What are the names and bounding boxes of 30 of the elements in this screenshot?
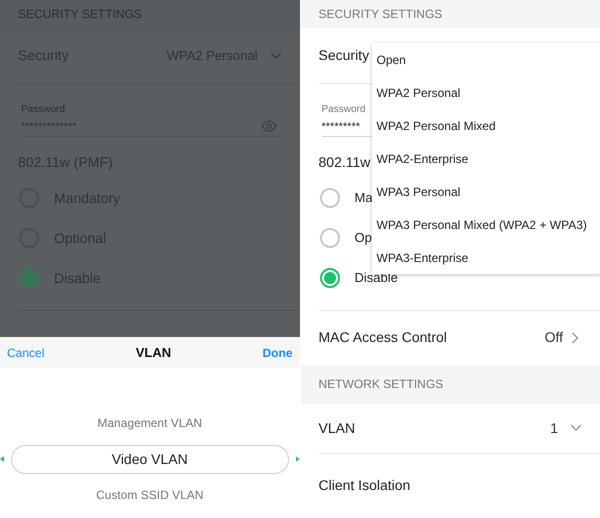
- pmf-title: 802.11w: [318, 152, 370, 172]
- picker-option[interactable]: Video VLAN: [11, 444, 288, 474]
- vlan-label: VLAN: [318, 418, 356, 438]
- picker-option[interactable]: Custom SSID VLAN: [11, 480, 288, 510]
- marker-icon: [0, 456, 4, 462]
- marker-icon: [296, 456, 300, 462]
- vlan-value[interactable]: 1: [550, 418, 558, 439]
- client-isolation-label: Client Isolation: [318, 476, 410, 496]
- section-header: SECURITY SETTINGS: [300, 0, 600, 28]
- menu-item[interactable]: WPA2 Personal Mixed: [372, 109, 600, 142]
- picker-option[interactable]: Management VLAN: [11, 408, 288, 438]
- menu-item[interactable]: WPA2 Personal: [372, 76, 600, 109]
- section-header: NETWORK SETTINGS: [300, 364, 600, 404]
- menu-item[interactable]: WPA2-Enterprise: [372, 142, 600, 175]
- chevron-right-icon: [571, 332, 579, 344]
- menu-item[interactable]: WPA3 Personal Mixed (WPA2 + WPA3): [372, 208, 600, 241]
- radio-button[interactable]: [19, 268, 39, 288]
- eye-icon[interactable]: [260, 120, 276, 132]
- menu-item[interactable]: WPA3 Personal: [372, 175, 600, 208]
- radio-label: Op: [354, 229, 372, 248]
- password-label: Password: [322, 103, 366, 117]
- mac-access-label: MAC Access Control: [318, 328, 447, 348]
- chevron-down-icon: [570, 424, 582, 432]
- picker-title: VLAN: [136, 344, 172, 362]
- chevron-down-icon: [270, 52, 282, 60]
- security-label: Security: [318, 46, 370, 65]
- radio-button[interactable]: [320, 268, 340, 288]
- radio-label: Ma: [354, 189, 373, 208]
- mac-access-value[interactable]: Off: [544, 327, 563, 348]
- menu-item[interactable]: Open: [372, 43, 600, 76]
